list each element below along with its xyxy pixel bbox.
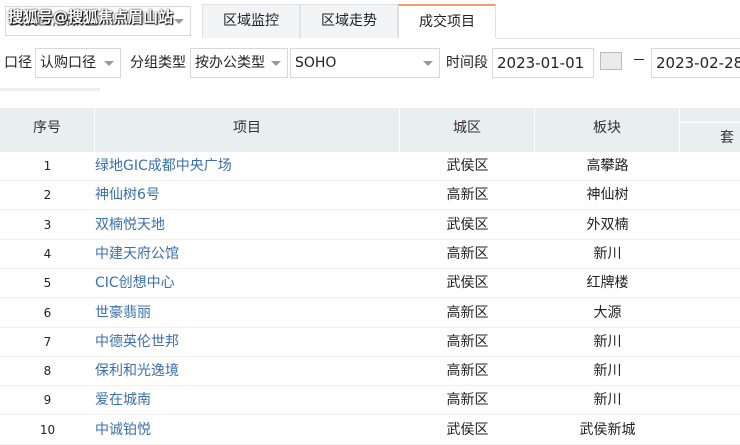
row-district: 高新区 xyxy=(446,245,489,262)
table-header: 序号 项目 城区 板块 套 xyxy=(0,108,740,152)
header-block: 板块 xyxy=(535,108,680,152)
row-index: 1 xyxy=(43,159,52,173)
divider xyxy=(0,88,100,91)
calendar-icon[interactable] xyxy=(600,52,622,70)
row-index: 8 xyxy=(43,364,52,379)
group-label: 分组类型 xyxy=(130,55,186,71)
end-date-input[interactable]: 2023-02-28 xyxy=(651,48,740,78)
type-select[interactable]: SOHO xyxy=(290,48,440,78)
project-link[interactable]: 中德英伦世邦 xyxy=(95,328,179,357)
project-link[interactable]: 绿地GIC成都中央广场 xyxy=(95,152,232,181)
project-link[interactable]: 爱在城南 xyxy=(95,386,151,415)
project-link[interactable]: 中诚铂悦 xyxy=(95,416,151,445)
row-block: 武侯新城 xyxy=(579,421,636,438)
header-index: 序号 xyxy=(0,108,95,152)
table-row[interactable]: 7 中德英伦世邦 高新区 新川 xyxy=(0,328,740,357)
row-district: 武侯区 xyxy=(446,158,489,174)
header-units: 套 xyxy=(680,122,740,152)
table-row[interactable]: 2 神仙树6号 高新区 神仙树 xyxy=(0,181,740,211)
row-district: 高新区 xyxy=(446,304,489,321)
row-index: 3 xyxy=(43,217,52,232)
project-link[interactable]: CIC创想中心 xyxy=(95,269,175,298)
table-row[interactable]: 1 绿地GIC成都中央广场 武侯区 高攀路 xyxy=(0,152,740,181)
row-block: 红牌楼 xyxy=(586,275,629,292)
watermark: 搜狐号@搜狐焦点眉山站 xyxy=(8,8,174,26)
start-date-input[interactable]: 2023-01-01 xyxy=(492,48,594,78)
table-row[interactable]: 6 世豪翡丽 高新区 大源 xyxy=(0,299,740,328)
row-district: 高新区 xyxy=(446,363,489,380)
project-link[interactable]: 中建天府公馆 xyxy=(95,240,179,269)
type-value: SOHO xyxy=(295,55,337,71)
caliber-select[interactable]: 认购口径 xyxy=(35,48,121,78)
chevron-down-icon xyxy=(423,61,433,66)
row-district: 武侯区 xyxy=(446,421,489,438)
row-block: 大源 xyxy=(593,304,622,321)
row-block: 外双楠 xyxy=(586,216,629,233)
tab-region-trend[interactable]: 区域走势 xyxy=(300,4,398,38)
date-separator: － xyxy=(632,53,646,69)
tab-region-monitor[interactable]: 区域监控 xyxy=(202,4,300,38)
table-row[interactable]: 4 中建天府公馆 高新区 新川 xyxy=(0,240,740,269)
project-link[interactable]: 保利和光逸境 xyxy=(95,357,179,386)
row-index: 9 xyxy=(43,393,52,408)
project-link[interactable]: 世豪翡丽 xyxy=(95,299,151,328)
row-block: 新川 xyxy=(593,363,622,380)
row-index: 6 xyxy=(43,305,52,320)
tab-divider xyxy=(496,38,740,39)
table-row[interactable]: 9 爱在城南 高新区 新川 xyxy=(0,386,740,416)
project-link[interactable]: 双楠悦天地 xyxy=(95,211,165,240)
chevron-down-icon xyxy=(104,61,114,66)
row-district: 武侯区 xyxy=(446,275,489,292)
row-district: 高新区 xyxy=(446,187,489,204)
header-district: 城区 xyxy=(400,108,535,152)
caliber-value: 认购口径 xyxy=(40,55,96,71)
chevron-down-icon xyxy=(271,61,281,66)
row-index: 10 xyxy=(39,422,56,437)
row-block: 高攀路 xyxy=(586,158,629,174)
row-block: 神仙树 xyxy=(586,187,629,204)
row-block: 新川 xyxy=(593,333,622,350)
row-district: 高新区 xyxy=(446,333,489,350)
row-index: 7 xyxy=(43,334,52,349)
row-index: 5 xyxy=(43,276,52,291)
chevron-down-icon xyxy=(174,19,184,24)
row-block: 新川 xyxy=(593,245,622,262)
row-index: 4 xyxy=(43,246,52,261)
table-row[interactable]: 3 双楠悦天地 武侯区 外双楠 xyxy=(0,211,740,240)
group-value: 按办公类型 xyxy=(195,55,265,71)
table-row[interactable]: 5 CIC创想中心 武侯区 红牌楼 xyxy=(0,269,740,299)
period-label: 时间段 xyxy=(446,55,488,71)
row-district: 高新区 xyxy=(446,392,489,409)
group-select[interactable]: 按办公类型 xyxy=(190,48,288,78)
row-block: 新川 xyxy=(593,392,622,409)
project-link[interactable]: 神仙树6号 xyxy=(95,181,160,210)
caliber-label: 口径 xyxy=(4,55,32,71)
header-project: 项目 xyxy=(95,108,400,152)
row-index: 2 xyxy=(43,188,52,203)
row-district: 武侯区 xyxy=(446,216,489,233)
table-row[interactable]: 8 保利和光逸境 高新区 新川 xyxy=(0,357,740,387)
table-row[interactable]: 10 中诚铂悦 武侯区 武侯新城 xyxy=(0,416,740,445)
tab-deal-projects[interactable]: 成交项目 xyxy=(398,4,496,38)
